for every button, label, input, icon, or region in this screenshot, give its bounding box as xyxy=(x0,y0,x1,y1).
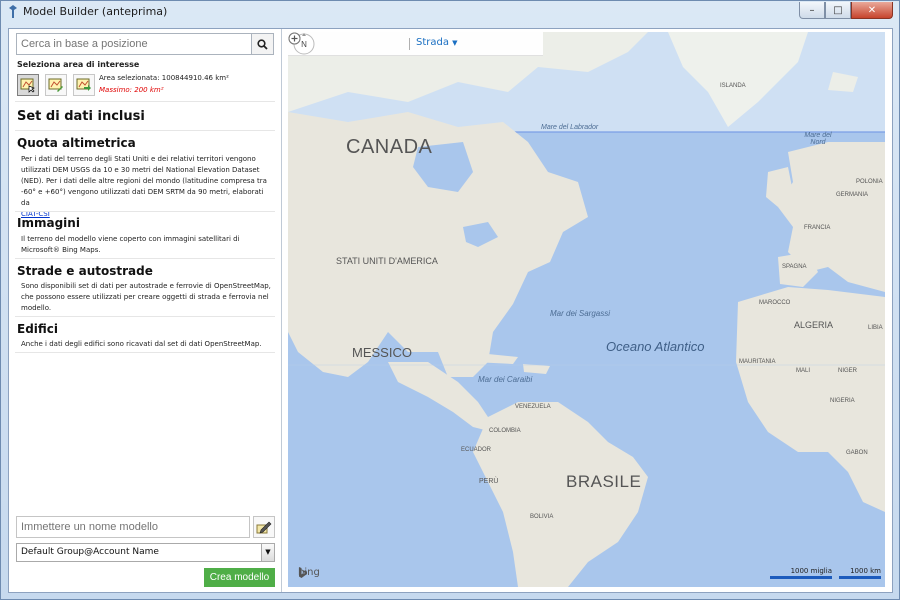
toolbar-separator xyxy=(409,38,410,50)
group-select-value: Default Group@Account Name xyxy=(21,547,159,557)
import-area-icon xyxy=(76,78,91,91)
title-bar: Model Builder (anteprima) – □ ✕ xyxy=(1,1,899,23)
group-select[interactable]: Default Group@Account Name ▼ xyxy=(16,543,275,562)
scale-km: 1000 km xyxy=(839,567,881,579)
scale-miles-bar xyxy=(770,576,832,579)
map-label-france: FRANCIA xyxy=(804,225,831,231)
edit-model-button[interactable] xyxy=(253,516,275,538)
map-label-libya: LIBIA xyxy=(868,325,883,331)
map-label-ecuador: ECUADOR xyxy=(461,447,492,453)
map-label-labrador: Mare del Labrador xyxy=(541,124,599,131)
buildings-title: Edifici xyxy=(17,322,59,336)
imagery-body: Il terreno del modello viene coperto con… xyxy=(21,235,240,254)
map-style-label: Strada xyxy=(416,37,449,48)
divider xyxy=(15,258,275,259)
map-style-dropdown[interactable]: Strada ▼ xyxy=(416,37,458,48)
selected-area-value: Area selezionata: 100844910.46 km² xyxy=(99,74,229,82)
model-name-input[interactable] xyxy=(16,516,250,538)
minimize-button[interactable]: – xyxy=(799,2,825,19)
client-area: Seleziona area di interesse xyxy=(8,28,893,593)
imagery-title: Immagini xyxy=(17,216,80,230)
close-button[interactable]: ✕ xyxy=(851,2,893,19)
pencil-edit-icon xyxy=(256,521,272,534)
chevron-down-icon[interactable]: ▼ xyxy=(261,544,274,561)
bing-icon xyxy=(299,567,307,578)
map-label-usa: STATI UNITI D'AMERICA xyxy=(336,256,438,266)
divider xyxy=(15,130,275,131)
elevation-body: Per i dati del terreno degli Stati Uniti… xyxy=(21,155,267,207)
draw-area-icon xyxy=(48,78,63,92)
draw-area-tool-button[interactable] xyxy=(45,74,67,96)
create-model-button[interactable]: Crea modello xyxy=(204,568,275,587)
scale-miles: 1000 miglia xyxy=(770,567,832,579)
map-label-mali: MALI xyxy=(796,368,811,374)
map-label-niger: NIGER xyxy=(838,368,858,374)
import-area-tool-button[interactable] xyxy=(73,74,95,96)
aoi-label: Seleziona area di interesse xyxy=(17,60,140,69)
buildings-body: Anche i dati degli edifici sono ricavati… xyxy=(21,340,262,348)
map-label-poland: POLONIA xyxy=(856,179,883,185)
svg-text:N: N xyxy=(301,40,307,49)
map-label-brazil: BRASILE xyxy=(566,472,642,491)
map-label-gabon: GABON xyxy=(846,450,868,456)
map-label-islanda: ISLANDA xyxy=(720,83,746,89)
minimize-icon: – xyxy=(809,4,815,16)
scale-km-bar xyxy=(839,576,881,579)
map-label-north-sea: Mare del Nord xyxy=(804,132,832,146)
map-label-peru: PERÙ xyxy=(479,478,499,485)
divider xyxy=(15,316,275,317)
select-area-icon xyxy=(20,78,35,93)
search-button[interactable] xyxy=(251,34,273,54)
left-panel: Seleziona area di interesse xyxy=(9,29,282,592)
app-window: Model Builder (anteprima) – □ ✕ Selezion… xyxy=(0,0,900,600)
map-label-canada: CANADA xyxy=(346,136,433,158)
window-title: Model Builder (anteprima) xyxy=(23,5,168,18)
window-controls: – □ ✕ xyxy=(799,2,893,19)
max-area-value: Massimo: 200 km² xyxy=(99,86,164,94)
bing-logo: bing xyxy=(298,567,320,578)
close-icon: ✕ xyxy=(867,4,877,16)
map-label-morocco: MAROCCO xyxy=(759,300,791,306)
scale-km-label: 1000 km xyxy=(850,567,881,575)
map-label-caribbean: Mar dei Caraibi xyxy=(478,375,533,384)
search-box xyxy=(16,33,274,55)
search-input[interactable] xyxy=(17,34,251,54)
search-icon xyxy=(257,38,268,50)
map-toolbar: N Strada ▼ xyxy=(288,32,543,56)
divider xyxy=(15,211,275,212)
maximize-button[interactable]: □ xyxy=(825,2,851,19)
map-label-colombia: COLOMBIA xyxy=(489,428,521,434)
map-label-spain: SPAGNA xyxy=(782,264,807,270)
map-view[interactable]: N Strada ▼ CANADA STATI UNITI D'AMERICA … xyxy=(288,32,885,587)
zoom-in-icon[interactable] xyxy=(288,32,301,45)
map-label-mauritania: MAURITANIA xyxy=(739,359,776,365)
map-label-nigeria: NIGERIA xyxy=(830,398,855,404)
divider xyxy=(15,352,275,353)
datasets-title: Set di dati inclusi xyxy=(17,109,145,124)
select-area-tool-button[interactable] xyxy=(17,74,39,96)
map-label-venezuela: VENEZUELA xyxy=(515,404,551,410)
map-label-sargasso: Mar dei Sargassi xyxy=(550,309,611,318)
roads-body: Sono disponibili set di dati per autostr… xyxy=(21,282,271,312)
map-label-mexico: MESSICO xyxy=(352,345,412,360)
scale-miles-label: 1000 miglia xyxy=(790,567,832,575)
elevation-title: Quota altimetrica xyxy=(17,136,136,150)
chevron-down-icon: ▼ xyxy=(452,39,458,47)
app-icon xyxy=(9,5,17,18)
map-label-bolivia: BOLIVIA xyxy=(530,514,554,520)
divider xyxy=(15,101,275,102)
map-label-algeria: ALGERIA xyxy=(794,320,834,330)
roads-title: Strade e autostrade xyxy=(17,264,153,278)
map-label-germany: GERMANIA xyxy=(836,192,869,198)
maximize-icon: □ xyxy=(833,4,843,16)
map-label-atlantic: Oceano Atlantico xyxy=(606,339,705,354)
